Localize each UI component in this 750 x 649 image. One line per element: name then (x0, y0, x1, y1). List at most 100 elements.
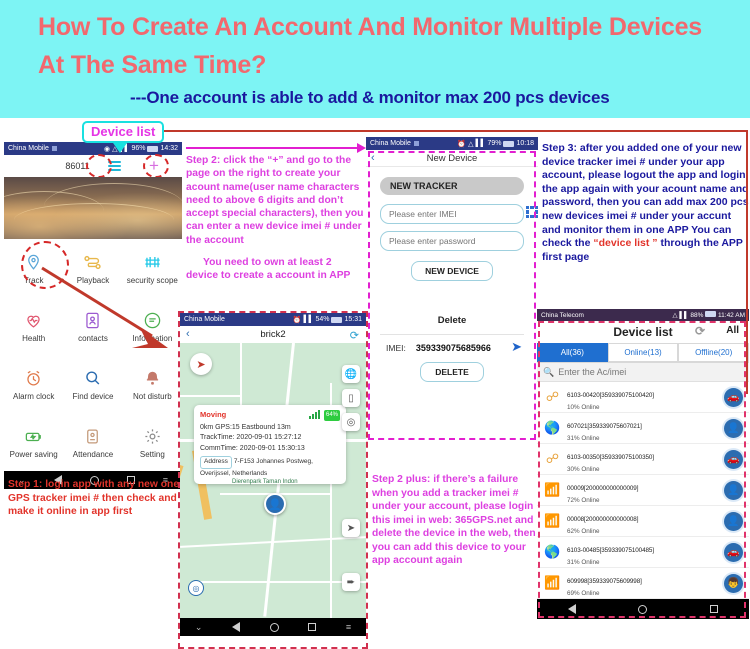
compass-icon[interactable]: ➤ (190, 353, 212, 375)
phone1-battery-pct: 96% (131, 145, 146, 152)
header-banner: How To Create An Account And Monitor Mul… (0, 0, 750, 118)
layers-icon[interactable]: 🌐 (342, 365, 360, 383)
back-nav-icon[interactable] (231, 622, 240, 632)
grid-item-attendance[interactable]: Attendance (63, 413, 122, 471)
grid-item-playback[interactable]: Playback (63, 239, 122, 297)
chevron-left-icon[interactable]: ‹ (186, 328, 190, 340)
attendance-icon (82, 425, 104, 447)
plus-icon[interactable]: + (149, 157, 159, 174)
table-row[interactable]: 📶 00009[200000000000009] 72% Online 👤 (537, 475, 749, 506)
filter-all-label[interactable]: All (726, 325, 739, 336)
back-nav-icon[interactable] (568, 604, 577, 614)
imei-display-row: IMEI: 359339075685966 ➤ (380, 335, 524, 354)
pin-icon[interactable]: ◎ (342, 413, 360, 431)
step2-plus-text: Step 2 plus: if there’s a failure when y… (372, 474, 536, 566)
phone3-battery-pct: 54% (315, 316, 330, 323)
grid-item-not-disturb[interactable]: Not disturb (123, 355, 182, 413)
route-icon (82, 251, 104, 273)
bell-off-icon (141, 367, 163, 389)
grid-item-contacts[interactable]: contacts (63, 297, 122, 355)
grid-item-find-device[interactable]: Find device (63, 355, 122, 413)
battery-icon (705, 311, 717, 317)
content-canvas: Device list China Mobile ◉ △ ▌▌ 96% 14:3… (0, 118, 750, 649)
menu-nav-icon[interactable]: ≡ (346, 622, 351, 632)
heart-pulse-icon (23, 309, 45, 331)
device-name-title: brick2 (260, 329, 286, 340)
grid-item-alarm-clock[interactable]: Alarm clock (4, 355, 63, 413)
step3-text: Step 3: after you added one of your new … (542, 142, 750, 264)
phone2-status-bar: China Mobile ⏰ △ ▌▌ 79% 10:18 (366, 137, 538, 150)
wifi-icon: △ (468, 140, 474, 148)
gear-icon (141, 425, 163, 447)
refresh-icon[interactable]: ⟳ (350, 329, 359, 342)
satellite-icon[interactable]: ▯ (342, 389, 360, 407)
home-nav-icon[interactable] (638, 604, 648, 614)
globe-pin-icon: 🌎 (544, 420, 561, 435)
chevron-down-icon[interactable]: ⌄ (195, 622, 203, 633)
phone4-battery-pct: 88% (690, 312, 704, 319)
child-avatar: 👦 (724, 573, 743, 593)
tower-icon: ☍ (545, 389, 560, 404)
chevron-left-icon[interactable]: ‹ (371, 152, 375, 164)
device-avatar-marker[interactable]: 👤 (264, 493, 286, 515)
table-row[interactable]: 📶 609998[359339075609998] 69% Online 👦 (537, 568, 749, 599)
phone-screen-device-list: China Telecom △ ▌▌ 88% 11:42 AM Device l… (537, 309, 750, 647)
grid-item-security-scope[interactable]: security scope (123, 239, 182, 297)
car-avatar: 🚗 (724, 449, 743, 469)
table-row[interactable]: 📶 00008[200000000000008] 62% Online 👤 (537, 506, 749, 537)
locate-icon[interactable]: ◎ (188, 580, 204, 596)
table-row[interactable]: 🌎 6103-00485[359339075100485] 31% Online… (537, 537, 749, 568)
qr-code-icon[interactable] (526, 206, 538, 218)
navigation-arrow-icon: ➤ (511, 339, 522, 354)
step2-body: Step 2: click the “+” and go to the page… (186, 155, 364, 246)
map-view[interactable]: ➤ Moving 64% 0km GPS:15 Eastbound 13m Tr… (180, 343, 366, 618)
phone4-title-bar: Device list ⟳ All (537, 321, 749, 343)
grid-item-information[interactable]: Information (123, 297, 182, 355)
refresh-icon[interactable]: ⟳ (695, 324, 705, 338)
battery-icon (147, 145, 159, 152)
new-device-button[interactable]: NEW DEVICE (411, 261, 493, 281)
navigate-icon[interactable]: ➨ (342, 573, 360, 591)
phone4-status-bar: China Telecom △ ▌▌ 88% 11:42 AM (537, 309, 749, 321)
imei-input[interactable] (380, 204, 524, 224)
grid-item-track[interactable]: Track (4, 239, 69, 297)
grid-label: Attendance (72, 450, 114, 459)
device-name: 6103-00420[359339075100420] (567, 391, 654, 399)
device-status: 69% Online (567, 589, 600, 597)
step2-note: You need to own at least 2 device to cre… (186, 257, 351, 282)
delete-button[interactable]: DELETE (420, 362, 484, 382)
grid-label: Setting (139, 450, 165, 459)
grid-label: contacts (78, 334, 108, 343)
home-nav-icon[interactable] (269, 622, 279, 632)
alarm-clock-icon (23, 367, 45, 389)
password-input[interactable] (380, 231, 524, 251)
tab-all[interactable]: All(36) (537, 343, 608, 362)
phone-screen-new-device: China Mobile ⏰ △ ▌▌ 79% 10:18 ‹ New Devi… (366, 137, 538, 443)
device-name: 609998[359339075609998] (567, 577, 642, 585)
tower-icon: ☍ (545, 451, 560, 466)
recents-nav-icon[interactable] (709, 605, 718, 613)
device-name: 6103-00350[359339075100350] (567, 453, 654, 461)
table-row[interactable]: ☍ 6103-00420[359339075100420] 10% Online… (537, 382, 749, 413)
grid-item-setting[interactable]: Setting (123, 413, 182, 471)
page-subtitle: ---One account is able to add & monitor … (130, 88, 610, 107)
table-row[interactable]: 🌎 607021[359339075607021] 31% Online 👤 (537, 413, 749, 444)
grid-label: Not disturb (132, 392, 172, 401)
wifi-icon: 📶 (544, 513, 561, 528)
step3-device-list-emphasis: “device list ” (593, 237, 658, 250)
device-search-bar[interactable]: 🔍 Enter the Ac/imei (537, 363, 749, 382)
phone2-carrier: China Mobile (370, 140, 411, 147)
delete-section-heading: Delete (437, 315, 467, 326)
fence-icon (141, 251, 163, 273)
phone2-title-bar: ‹ New Device (366, 150, 538, 167)
phone1-feature-grid: Track Playback security scope Health con… (4, 239, 182, 471)
tab-online[interactable]: Online(13) (607, 343, 679, 362)
table-row[interactable]: ☍ 6103-00350[359339075100350] 30% Online… (537, 444, 749, 475)
grid-item-power-saving[interactable]: Power saving (4, 413, 63, 471)
grid-item-health[interactable]: Health (4, 297, 63, 355)
share-icon[interactable]: ➤ (342, 519, 360, 537)
contacts-icon (82, 309, 104, 331)
tab-offline[interactable]: Offline(20) (678, 343, 750, 362)
globe-pin-icon: 🌎 (544, 544, 561, 559)
recents-nav-icon[interactable] (308, 623, 317, 631)
